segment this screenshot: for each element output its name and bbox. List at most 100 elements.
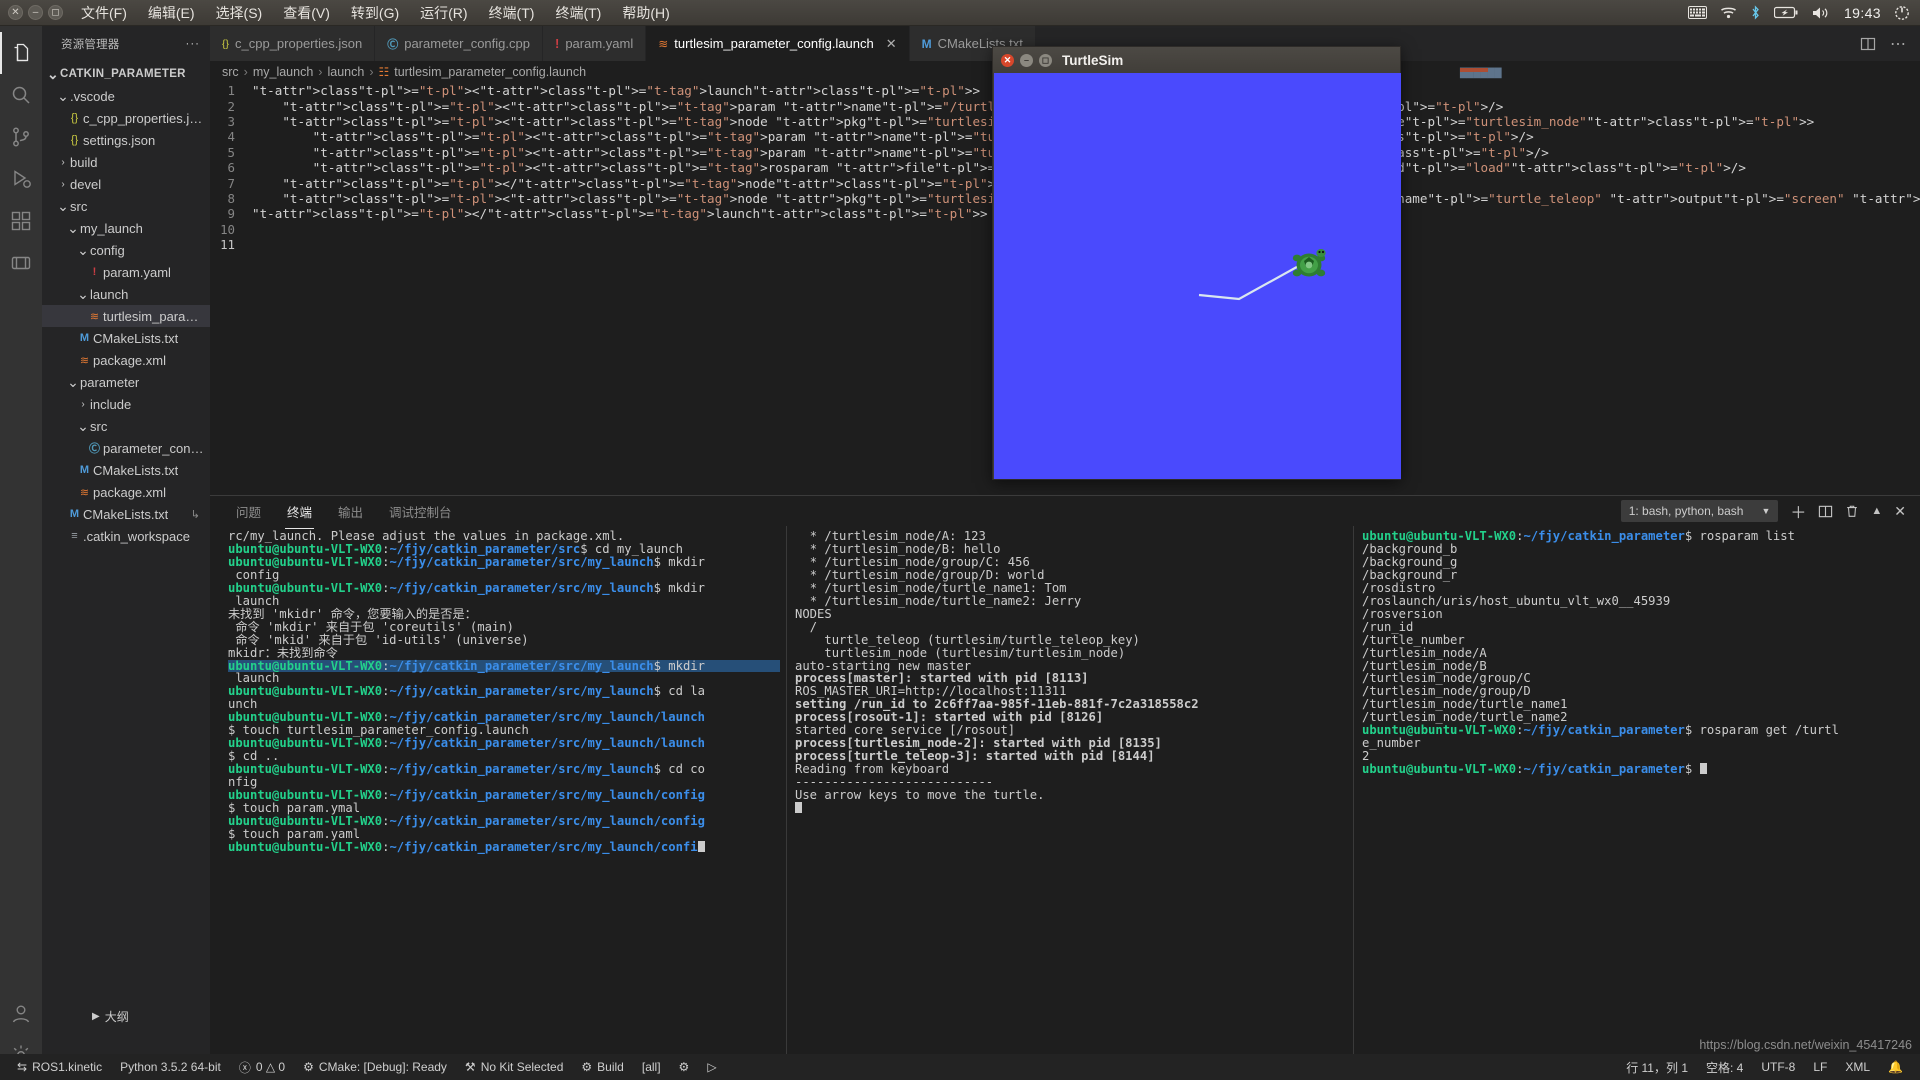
status-kit[interactable]: ⚒ No Kit Selected	[456, 1054, 572, 1080]
status-remote[interactable]: ⇆ ROS1.kinetic	[8, 1054, 111, 1080]
editor-tab[interactable]: ! param.yaml	[542, 26, 647, 61]
status-run[interactable]: ▷	[698, 1054, 725, 1080]
tree-item[interactable]: ≋ package.xml	[42, 481, 210, 503]
tree-item[interactable]: ≋ package.xml	[42, 349, 210, 371]
window-controls[interactable]: ✕ – ◻	[0, 5, 72, 20]
status-bar-right[interactable]: 行 11，列 1 空格: 4 UTF-8 LF XML 🔔	[1617, 1054, 1912, 1080]
menu-view[interactable]: 查看(V)	[280, 1, 333, 25]
sidebar-item-extensions[interactable]	[0, 200, 42, 242]
tree-item[interactable]: ⌄ config	[42, 239, 210, 261]
sidebar-item-source-control[interactable]	[0, 116, 42, 158]
tree-item[interactable]: M CMakeLists.txt ↳	[42, 503, 210, 525]
tree-item[interactable]: ⌄ src	[42, 195, 210, 217]
breadcrumb-item-my_launch[interactable]: my_launch	[253, 65, 313, 79]
terminal-pane-2[interactable]: * /turtlesim_node/A: 123 * /turtlesim_no…	[786, 526, 1353, 1054]
tree-item[interactable]: ⌄ my_launch	[42, 217, 210, 239]
menu-run[interactable]: 运行(R)	[417, 1, 470, 25]
status-cmake[interactable]: ⚙ CMake: [Debug]: Ready	[294, 1054, 456, 1080]
sidebar-item-ros[interactable]	[0, 242, 42, 284]
sidebar-item-run-debug[interactable]	[0, 158, 42, 200]
bluetooth-icon[interactable]	[1750, 5, 1761, 20]
menu-edit[interactable]: 编辑(E)	[145, 1, 198, 25]
breadcrumb-item-launch[interactable]: launch	[327, 65, 364, 79]
sidebar-item-search[interactable]	[0, 74, 42, 116]
tree-root-item[interactable]: ⌄ CATKIN_PARAMETER	[42, 63, 210, 85]
terminal-columns[interactable]: rc/my_launch. Please adjust the values i…	[210, 526, 1920, 1054]
tree-item[interactable]: M CMakeLists.txt	[42, 459, 210, 481]
turtlesim-canvas[interactable]	[994, 73, 1401, 479]
keyboard-icon[interactable]	[1687, 6, 1707, 19]
split-editor-icon[interactable]	[1860, 36, 1876, 52]
turtlesim-window[interactable]: ✕ – ◻ TurtleSim	[992, 46, 1401, 480]
tree-item[interactable]: {} c_cpp_properties.json	[42, 107, 210, 129]
tab-output[interactable]: 输出	[336, 498, 365, 525]
terminal-selector-dropdown[interactable]: 1: bash, python, bash ▼	[1620, 500, 1779, 522]
sidebar-item-explorer[interactable]	[0, 32, 42, 74]
tree-item[interactable]: › include	[42, 393, 210, 415]
tree-item[interactable]: ⌄ src	[42, 415, 210, 437]
tree-item[interactable]: ≋turtlesim_parameter_c...	[42, 305, 210, 327]
tree-item[interactable]: › build	[42, 151, 210, 173]
editor-tab[interactable]: {} c_cpp_properties.json	[210, 26, 376, 61]
tab-debug-console[interactable]: 调试控制台	[387, 498, 454, 525]
status-language-mode[interactable]: XML	[1836, 1054, 1879, 1080]
editor-tab[interactable]: Ⓒparameter_config.cpp	[375, 26, 543, 61]
menu-terminal-2[interactable]: 终端(T)	[552, 1, 604, 25]
volume-icon[interactable]	[1811, 6, 1831, 20]
tree-item[interactable]: {} settings.json	[42, 129, 210, 151]
breadcrumb-item-src[interactable]: src	[222, 65, 239, 79]
tree-item[interactable]: › devel	[42, 173, 210, 195]
breadcrumb-item-file[interactable]: turtlesim_parameter_config.launch	[394, 65, 586, 79]
turtlesim-titlebar[interactable]: ✕ – ◻ TurtleSim	[993, 47, 1400, 73]
menu-goto[interactable]: 转到(G)	[348, 1, 402, 25]
turtlesim-maximize-button[interactable]: ◻	[1039, 53, 1052, 67]
system-tray[interactable]: 19:43	[1687, 5, 1920, 21]
tree-item[interactable]: ⌄ .vscode	[42, 85, 210, 107]
window-close-button[interactable]: ✕	[8, 5, 23, 20]
menubar[interactable]: 文件(F) 编辑(E) 选择(S) 查看(V) 转到(G) 运行(R) 终端(T…	[78, 1, 673, 25]
terminal-pane-1[interactable]: rc/my_launch. Please adjust the values i…	[210, 526, 786, 1054]
explorer-more-icon[interactable]: ···	[186, 38, 201, 50]
turtlesim-minimize-button[interactable]: –	[1020, 53, 1033, 67]
more-actions-icon[interactable]: ⋯	[1890, 34, 1906, 54]
wifi-icon[interactable]	[1720, 6, 1737, 19]
panel-tabs[interactable]: 问题 终端 输出 调试控制台 1: bash, python, bash ▼ ＋…	[210, 496, 1920, 529]
kill-terminal-icon[interactable]	[1845, 504, 1859, 519]
status-encoding[interactable]: UTF-8	[1752, 1054, 1804, 1080]
power-gear-icon[interactable]	[1894, 5, 1910, 21]
tree-item[interactable]: Ⓒparameter_config.cpp	[42, 437, 210, 459]
editor-tab-actions[interactable]: ⋯	[1846, 26, 1920, 61]
menu-file[interactable]: 文件(F)	[78, 1, 130, 25]
status-python[interactable]: Python 3.5.2 64-bit	[111, 1054, 230, 1080]
editor-tab[interactable]: ≋ turtlesim_parameter_config.launch ✕	[646, 26, 910, 61]
close-panel-icon[interactable]: ✕	[1894, 503, 1906, 520]
terminal-pane-3[interactable]: ubuntu@ubuntu-VLT-WX0:~/fjy/catkin_param…	[1353, 526, 1920, 1054]
tab-problems[interactable]: 问题	[234, 498, 263, 525]
status-bar[interactable]: ⇆ ROS1.kinetic Python 3.5.2 64-bit ⓧ 0 △…	[0, 1054, 1920, 1080]
status-build[interactable]: ⚙ Build	[572, 1054, 632, 1080]
window-maximize-button[interactable]: ◻	[48, 5, 63, 20]
sidebar-item-accounts[interactable]	[0, 996, 42, 1038]
menu-selection[interactable]: 选择(S)	[213, 1, 266, 25]
status-cursor-position[interactable]: 行 11，列 1	[1617, 1054, 1697, 1080]
tab-terminal[interactable]: 终端	[285, 498, 315, 529]
turtlesim-close-button[interactable]: ✕	[1001, 53, 1014, 67]
status-indentation[interactable]: 空格: 4	[1697, 1054, 1752, 1080]
split-terminal-icon[interactable]	[1818, 504, 1833, 519]
tree-item[interactable]: M CMakeLists.txt	[42, 327, 210, 349]
status-target[interactable]: [all]	[633, 1054, 670, 1080]
close-icon[interactable]: ✕	[886, 36, 897, 52]
window-minimize-button[interactable]: –	[28, 5, 43, 20]
tree-item[interactable]: ⌄ parameter	[42, 371, 210, 393]
status-problems[interactable]: ⓧ 0 △ 0	[230, 1054, 294, 1080]
activity-bar[interactable]	[0, 26, 42, 1080]
tree-item[interactable]: ⌄ launch	[42, 283, 210, 305]
status-eol[interactable]: LF	[1804, 1054, 1836, 1080]
battery-icon[interactable]	[1773, 6, 1798, 19]
chevron-up-icon[interactable]: ▲	[1871, 505, 1882, 517]
menu-help[interactable]: 帮助(H)	[619, 1, 672, 25]
panel-actions[interactable]: 1: bash, python, bash ▼ ＋ ▲ ✕	[1620, 499, 1920, 523]
tree-item[interactable]: ≡ .catkin_workspace	[42, 525, 210, 547]
tree-item[interactable]: ! param.yaml	[42, 261, 210, 283]
status-debug-config[interactable]: ⚙	[670, 1054, 699, 1080]
